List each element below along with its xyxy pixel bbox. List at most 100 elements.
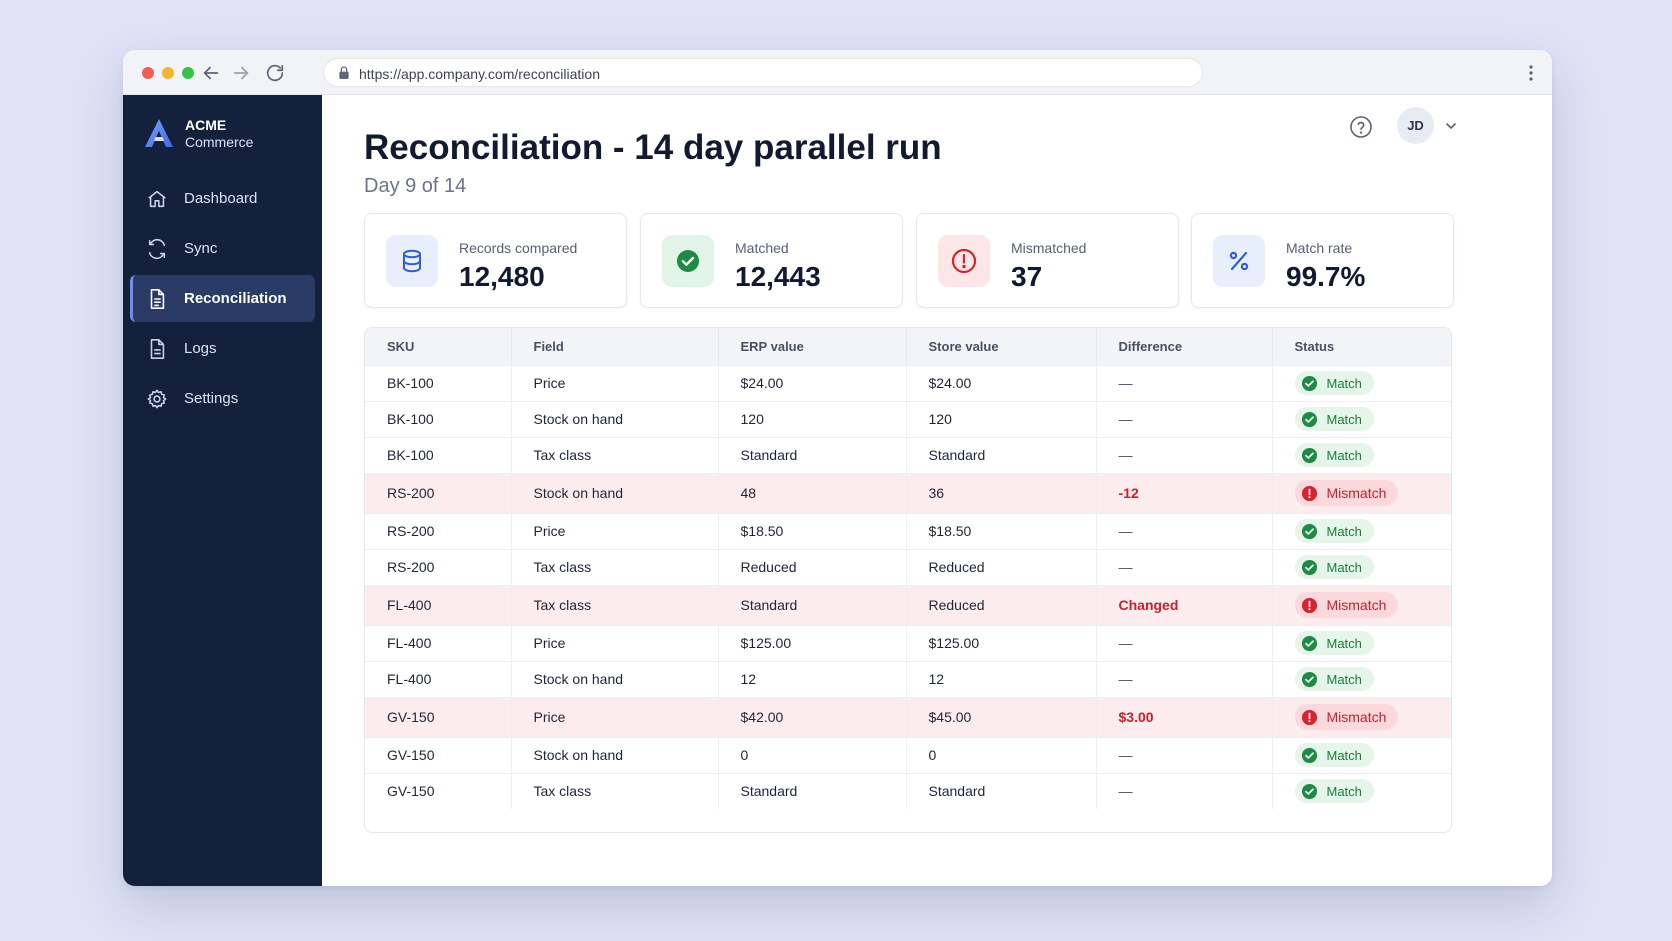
column-header-field[interactable]: Field: [511, 328, 719, 365]
status-badge: Match: [1294, 743, 1374, 767]
table-row[interactable]: RS-200 Tax class Reduced Reduced — Match: [365, 548, 1451, 585]
table-row[interactable]: RS-200 Stock on hand 48 36 -12 Mismatch: [365, 472, 1451, 513]
column-header-sku[interactable]: SKU: [365, 328, 512, 365]
difference-cell: Changed: [1096, 584, 1273, 625]
column-header-difference[interactable]: Difference: [1096, 328, 1273, 365]
stat-card-match-rate: Match rate 99.7%: [1191, 213, 1454, 308]
stat-value: 37: [1011, 261, 1043, 292]
status-cell: Mismatch: [1272, 472, 1451, 513]
table-row[interactable]: GV-150 Stock on hand 0 0— Match: [365, 736, 1451, 773]
column-header-status[interactable]: Status: [1272, 328, 1451, 365]
help-icon[interactable]: [1349, 115, 1373, 139]
brand-name: ACME: [185, 117, 227, 133]
sku-cell: BK-100: [365, 364, 512, 401]
sidebar-item-label: Settings: [184, 390, 239, 407]
sync-icon: [146, 238, 168, 260]
forward-arrow-icon[interactable]: [230, 62, 252, 84]
table-row[interactable]: BK-100 Stock on hand 120 120— Match: [365, 400, 1451, 437]
status-badge: Match: [1294, 667, 1374, 691]
alert-circle-icon: [938, 235, 990, 287]
status-label: Match: [1326, 411, 1362, 427]
store-value-cell: 36: [906, 472, 1097, 513]
field-cell: Stock on hand: [511, 472, 719, 513]
reload-icon[interactable]: [264, 62, 286, 84]
stat-card-matched: Matched 12,443: [640, 213, 903, 308]
store-value-cell: 0: [906, 736, 1097, 773]
field-cell: Price: [511, 364, 719, 401]
sidebar-item-dashboard[interactable]: Dashboard: [130, 175, 315, 222]
browser-chrome: https://app.company.com/reconciliation: [123, 50, 1552, 95]
alert-circle-icon: [1301, 709, 1317, 725]
check-circle-icon: [1301, 671, 1317, 687]
maximize-window-button[interactable]: [182, 67, 194, 79]
sidebar-item-sync[interactable]: Sync: [130, 225, 315, 272]
check-circle-icon: [1301, 411, 1317, 427]
sidebar-item-label: Logs: [184, 340, 217, 357]
avatar[interactable]: JD: [1397, 107, 1434, 144]
check-circle-icon: [1301, 523, 1317, 539]
sku-cell: RS-200: [365, 548, 512, 585]
acme-logo-icon: [143, 117, 175, 149]
status-badge: Match: [1294, 407, 1374, 431]
sku-cell: GV-150: [365, 772, 512, 809]
difference-cell: —: [1096, 364, 1273, 401]
store-value-cell: Standard: [906, 436, 1097, 473]
sidebar: ACME Commerce Dashboard Sync Reconciliat…: [123, 95, 322, 886]
store-value-cell: $125.00: [906, 624, 1097, 661]
sku-cell: FL-400: [365, 584, 512, 625]
status-cell: Match: [1272, 548, 1451, 585]
table-row[interactable]: BK-100 Tax class Standard Standard — Match: [365, 436, 1451, 473]
table-row[interactable]: FL-400 Tax class Standard Reduced Changed Mis…: [365, 584, 1451, 625]
table-row[interactable]: GV-150 Tax class Standard Standard — Match: [365, 772, 1451, 809]
table-row[interactable]: RS-200 Price $18.50 $18.50— Match: [365, 512, 1451, 549]
page-subtitle: Day 9 of 14: [364, 175, 467, 197]
address-bar[interactable]: https://app.company.com/reconciliation: [323, 58, 1203, 87]
log-icon: [146, 338, 168, 360]
browser-menu-icon[interactable]: [1528, 62, 1534, 84]
back-arrow-icon[interactable]: [200, 62, 222, 84]
sku-cell: RS-200: [365, 472, 512, 513]
column-header-erp-value[interactable]: ERP value: [718, 328, 907, 365]
table-header-row: SKU Field ERP value Store value Differen…: [365, 328, 1451, 365]
table-row[interactable]: BK-100 Price $24.00 $24.00— Match: [365, 364, 1451, 401]
chevron-down-icon[interactable]: [1444, 119, 1458, 133]
close-window-button[interactable]: [142, 67, 154, 79]
erp-value-cell: $125.00: [718, 624, 907, 661]
column-header-store-value[interactable]: Store value: [906, 328, 1097, 365]
store-value-cell: 12: [906, 660, 1097, 697]
status-cell: Match: [1272, 736, 1451, 773]
field-cell: Stock on hand: [511, 736, 719, 773]
sku-cell: GV-150: [365, 736, 512, 773]
difference-cell: —: [1096, 400, 1273, 437]
erp-value-cell: $18.50: [718, 512, 907, 549]
table-row[interactable]: FL-400 Price $125.00 $125.00— Match: [365, 624, 1451, 661]
alert-circle-icon: [1301, 485, 1317, 501]
field-cell: Tax class: [511, 436, 719, 473]
status-cell: Match: [1272, 772, 1451, 809]
browser-window: https://app.company.com/reconciliation A…: [123, 50, 1552, 886]
erp-value-cell: 12: [718, 660, 907, 697]
minimize-window-button[interactable]: [162, 67, 174, 79]
check-circle-icon: [1301, 375, 1317, 391]
stat-value: 99.7%: [1286, 261, 1366, 292]
stat-value: 12,443: [735, 261, 821, 292]
status-cell: Match: [1272, 400, 1451, 437]
sidebar-item-reconciliation[interactable]: Reconciliation: [130, 275, 315, 322]
table-row[interactable]: GV-150 Price $42.00 $45.00 $3.00 Mismatch: [365, 696, 1451, 737]
status-label: Mismatch: [1326, 485, 1387, 501]
status-cell: Match: [1272, 512, 1451, 549]
field-cell: Price: [511, 624, 719, 661]
sidebar-item-logs[interactable]: Logs: [130, 325, 315, 372]
status-badge: Match: [1294, 443, 1374, 467]
status-label: Match: [1326, 447, 1362, 463]
stat-label: Match rate: [1286, 240, 1353, 256]
erp-value-cell: Standard: [718, 436, 907, 473]
table-row[interactable]: FL-400 Stock on hand 12 12— Match: [365, 660, 1451, 697]
sidebar-item-label: Dashboard: [184, 190, 258, 207]
status-badge: Mismatch: [1294, 704, 1399, 730]
difference-cell: —: [1096, 772, 1273, 809]
difference-cell: —: [1096, 624, 1273, 661]
erp-value-cell: 0: [718, 736, 907, 773]
field-cell: Tax class: [511, 584, 719, 625]
sidebar-item-settings[interactable]: Settings: [130, 375, 315, 422]
